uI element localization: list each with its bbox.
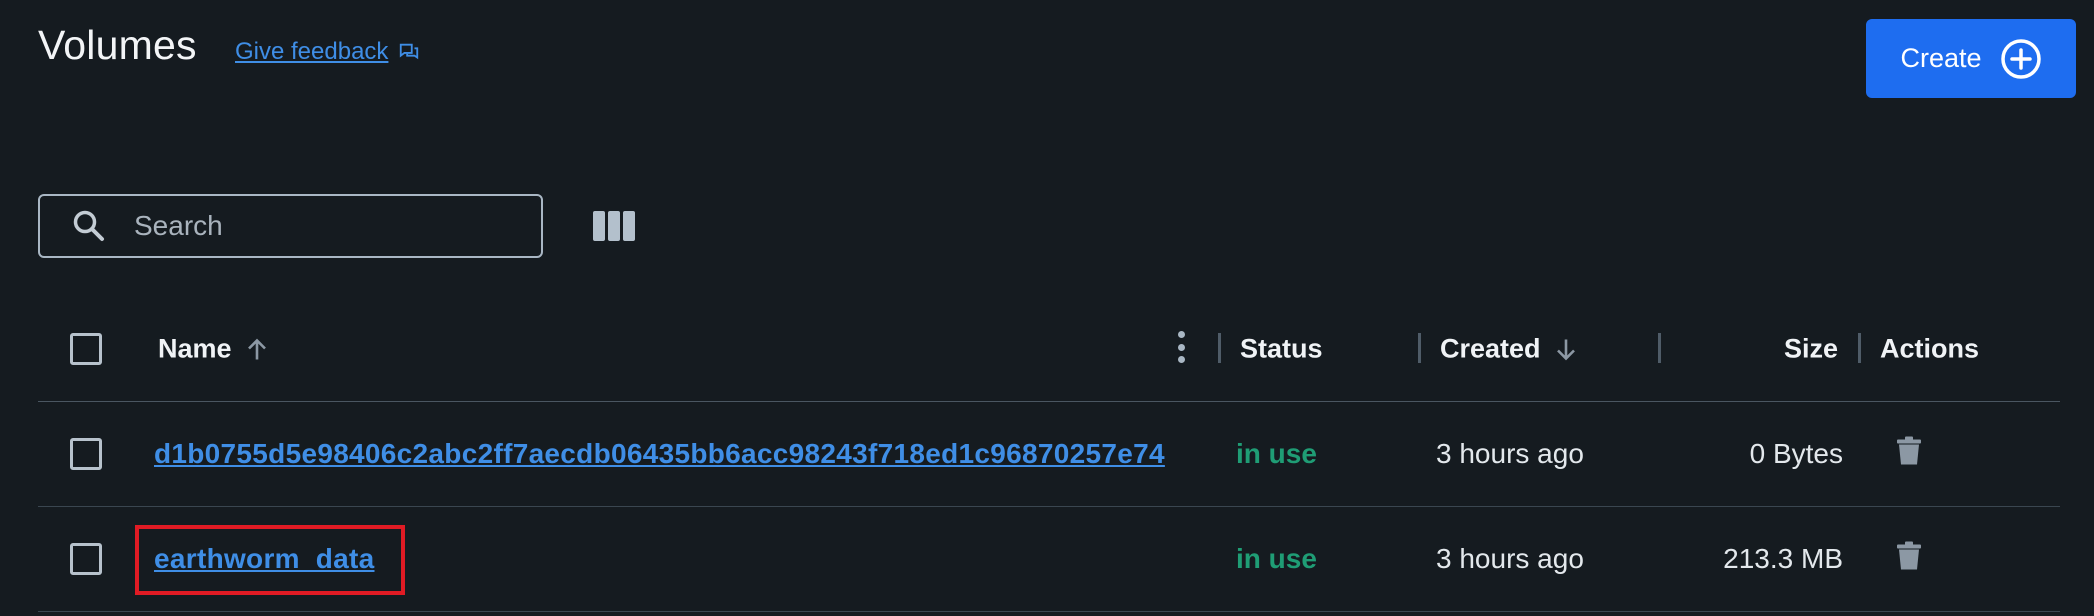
column-name-label: Name [158,333,232,364]
volume-name-link[interactable]: earthworm_data [154,543,375,574]
column-actions-label: Actions [1880,333,1980,364]
created-value: 3 hours ago [1436,438,1584,469]
search-input[interactable] [132,209,516,243]
add-circle-icon [2000,38,2041,79]
sort-down-icon [1556,339,1575,360]
sort-up-icon [247,338,266,359]
column-created-label: Created [1440,333,1541,364]
search-box[interactable] [38,194,543,258]
status-badge: in use [1236,438,1317,469]
trash-icon[interactable] [1896,541,1922,571]
search-icon [73,210,104,241]
trash-icon[interactable] [1896,436,1922,466]
column-header-actions: Actions [1880,334,1979,365]
feedback-icon [400,43,419,60]
column-header-status[interactable]: Status [1240,334,1323,365]
column-size-label: Size [1784,333,1839,364]
column-status-label: Status [1240,333,1323,364]
table-row: earthworm_data in use 3 hours ago 213.3 … [38,507,2060,612]
create-button-label: Create [1900,43,1982,73]
size-value: 213.3 MB [1723,543,1843,574]
give-feedback-label: Give feedback [235,38,389,65]
row-checkbox[interactable] [70,438,102,470]
columns-icon[interactable] [593,211,635,241]
column-header-size[interactable]: Size [1784,334,1838,365]
column-header-created[interactable]: Created [1440,334,1577,365]
give-feedback-link[interactable]: Give feedback [235,38,420,66]
column-divider[interactable] [1858,333,1861,363]
volumes-table: Name Status Created Size Actions d1b0755… [38,297,2060,612]
page-title: Volumes [38,22,197,68]
created-value: 3 hours ago [1436,543,1584,574]
row-checkbox[interactable] [70,543,102,575]
table-row: d1b0755d5e98406c2abc2ff7aecdb06435bb6acc… [38,402,2060,507]
column-divider[interactable] [1418,333,1421,363]
column-divider[interactable] [1218,333,1221,363]
select-all-checkbox[interactable] [70,333,102,365]
column-divider[interactable] [1658,333,1661,363]
column-header-name[interactable]: Name [158,334,268,365]
status-badge: in use [1236,543,1317,574]
table-header-row: Name Status Created Size Actions [38,297,2060,402]
size-value: 0 Bytes [1749,438,1843,469]
volume-name-link[interactable]: d1b0755d5e98406c2abc2ff7aecdb06435bb6acc… [154,438,1165,469]
create-button[interactable]: Create [1866,19,2076,98]
kebab-menu-icon[interactable] [1177,331,1185,363]
